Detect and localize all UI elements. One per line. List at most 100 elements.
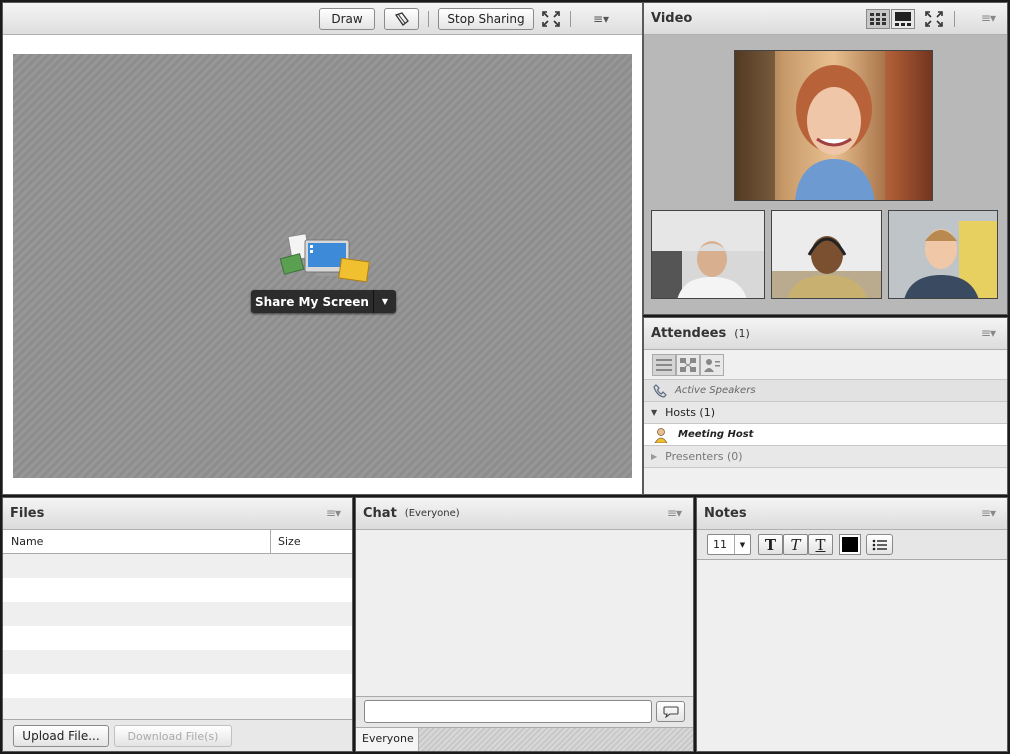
files-table-header: Name Size	[3, 530, 352, 554]
attendees-count: (1)	[734, 327, 750, 340]
attendee-name: Meeting Host	[678, 429, 754, 440]
text-color-picker[interactable]	[839, 534, 861, 555]
filmstrip-view-icon	[895, 12, 911, 26]
files-pod: Files ≡▾ Name Size Upload File... Downlo…	[2, 497, 353, 752]
color-swatch	[842, 537, 858, 552]
notes-pod: Notes ≡▾ 11 ▼ T T T	[696, 497, 1008, 752]
attendees-pod: Attendees (1) ≡▾ Active Speakers ▼ Hosts…	[643, 317, 1008, 495]
chat-message-input[interactable]	[364, 700, 652, 723]
upload-file-button[interactable]: Upload File...	[13, 725, 109, 747]
files-footer: Upload File... Download File(s)	[3, 719, 352, 751]
attendees-title: Attendees	[651, 326, 727, 341]
fullscreen-icon[interactable]	[925, 11, 943, 30]
share-my-screen-label: Share My Screen	[255, 294, 369, 309]
notes-title: Notes	[704, 506, 747, 521]
participant-image	[772, 211, 881, 298]
attendee-view-toolbar	[644, 350, 1007, 380]
fullscreen-icon[interactable]	[542, 11, 560, 30]
presenters-group-row[interactable]: ▶ Presenters (0)	[644, 446, 1007, 468]
filmstrip-view-button[interactable]	[891, 9, 915, 29]
attendees-header: Attendees (1) ≡▾	[644, 318, 1007, 350]
share-pod: Draw Stop Sharing ≡▾ Share My Screen ▼	[2, 2, 643, 495]
user-status-icon	[704, 359, 720, 372]
notes-editor[interactable]	[697, 561, 1007, 751]
chat-messages	[356, 530, 693, 697]
share-options-dropdown[interactable]: ▼	[373, 290, 396, 313]
font-size-value: 11	[713, 538, 727, 551]
chat-input-bar	[356, 697, 693, 727]
files-title: Files	[10, 506, 45, 521]
download-files-button[interactable]: Download File(s)	[114, 725, 232, 747]
speaker-image	[735, 51, 932, 200]
italic-button[interactable]: T	[783, 534, 808, 555]
breakout-icon	[680, 358, 696, 372]
chat-scope: (Everyone)	[404, 508, 460, 519]
list-view-button[interactable]	[652, 354, 676, 376]
hosts-group-label: Hosts (1)	[665, 406, 716, 419]
bold-button[interactable]: T	[758, 534, 783, 555]
list-item	[3, 578, 352, 602]
grid-view-button[interactable]	[866, 9, 890, 29]
participant-video-2[interactable]	[771, 210, 882, 299]
pod-options-icon[interactable]: ≡▾	[981, 326, 996, 340]
presenters-group-label: Presenters (0)	[665, 450, 743, 463]
pod-options-icon[interactable]: ≡▾	[981, 506, 996, 520]
chat-title: Chat	[363, 506, 397, 521]
name-column-header[interactable]: Name	[3, 530, 271, 553]
stop-sharing-button[interactable]: Stop Sharing	[438, 8, 534, 30]
files-list	[3, 554, 352, 722]
list-item	[3, 650, 352, 674]
draw-button[interactable]: Draw	[319, 8, 375, 30]
participant-image	[652, 211, 764, 298]
toolbar-divider	[570, 11, 571, 27]
bullet-list-button[interactable]	[866, 534, 893, 555]
list-item	[3, 554, 352, 578]
bullet-list-icon	[872, 539, 887, 550]
list-view-icon	[656, 359, 672, 371]
grid-view-icon	[870, 13, 886, 25]
attendee-row[interactable]: Meeting Host	[644, 424, 1007, 446]
breakout-view-button[interactable]	[676, 354, 700, 376]
size-column-header[interactable]: Size	[271, 530, 352, 553]
font-size-select[interactable]: 11 ▼	[707, 534, 751, 555]
video-pod: Video ≡▾	[643, 2, 1008, 315]
pointer-tool-button[interactable]	[384, 8, 419, 30]
chat-pod: Chat (Everyone) ≡▾ Everyone	[355, 497, 694, 752]
share-toolbar: Draw Stop Sharing ≡▾	[3, 3, 642, 35]
list-item	[3, 626, 352, 650]
everyone-tab[interactable]: Everyone	[356, 728, 419, 751]
chat-recipient-bar: Everyone	[356, 727, 693, 751]
share-stage: Share My Screen ▼	[13, 54, 632, 478]
pod-options-icon[interactable]: ≡▾	[981, 11, 996, 25]
send-message-button[interactable]	[656, 701, 685, 722]
notes-header: Notes ≡▾	[697, 498, 1007, 530]
participant-video-1[interactable]	[651, 210, 765, 299]
phone-icon	[653, 383, 667, 398]
participant-image	[889, 211, 997, 298]
active-speakers-row: Active Speakers	[644, 380, 1007, 402]
share-screen-icon	[279, 233, 370, 283]
speech-bubble-icon	[662, 705, 679, 718]
video-title: Video	[651, 11, 693, 26]
list-item	[3, 602, 352, 626]
toolbar-divider	[428, 11, 429, 27]
chevron-down-icon: ▼	[734, 535, 750, 554]
pod-options-icon[interactable]: ≡▾	[667, 506, 682, 520]
active-speakers-label: Active Speakers	[675, 385, 756, 396]
hosts-group-row[interactable]: ▼ Hosts (1)	[644, 402, 1007, 424]
list-item	[3, 674, 352, 698]
pod-options-icon[interactable]: ≡▾	[593, 12, 609, 26]
expand-arrow-icon: ▶	[651, 452, 658, 461]
participant-video-3[interactable]	[888, 210, 998, 299]
pointer-icon	[394, 12, 409, 26]
host-icon	[654, 427, 668, 443]
chat-header: Chat (Everyone) ≡▾	[356, 498, 693, 530]
main-video-feed[interactable]	[734, 50, 933, 201]
toolbar-divider	[954, 11, 955, 27]
underline-button[interactable]: T	[808, 534, 833, 555]
collapse-arrow-icon: ▼	[651, 408, 658, 417]
files-header: Files ≡▾	[3, 498, 352, 530]
pod-options-icon[interactable]: ≡▾	[326, 506, 341, 520]
share-my-screen-button[interactable]: Share My Screen ▼	[251, 290, 396, 313]
status-view-button[interactable]	[700, 354, 724, 376]
